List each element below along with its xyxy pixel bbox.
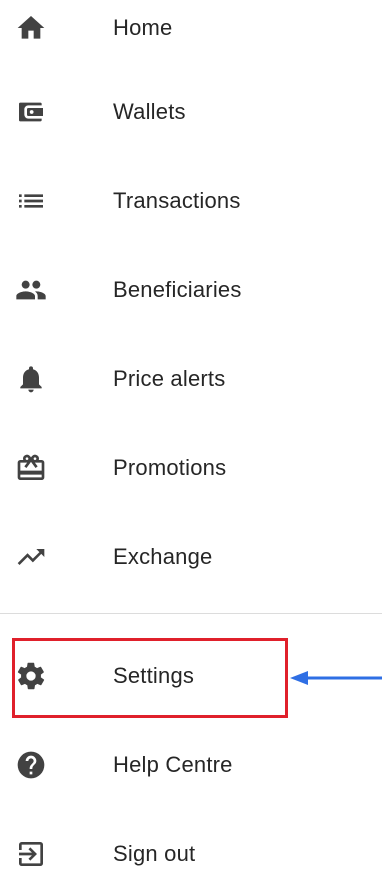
menu-divider <box>0 613 382 614</box>
menu-item-label: Settings <box>113 663 195 688</box>
menu-item-home[interactable]: Home <box>0 0 382 56</box>
menu-item-beneficiaries[interactable]: Beneficiaries <box>0 262 382 318</box>
menu-item-label: Exchange <box>113 544 213 569</box>
menu-item-exchange[interactable]: Exchange <box>0 529 382 585</box>
menu-item-settings[interactable]: Settings <box>0 648 382 704</box>
sign-out-icon <box>13 836 49 872</box>
list-icon <box>13 183 49 219</box>
menu-item-label: Sign out <box>113 841 196 866</box>
bell-icon <box>13 361 49 397</box>
menu-item-label: Transactions <box>113 188 241 213</box>
menu-item-label: Beneficiaries <box>113 277 242 302</box>
help-circle-icon <box>13 747 49 783</box>
menu-item-label: Price alerts <box>113 366 226 391</box>
menu-item-promotions[interactable]: Promotions <box>0 440 382 496</box>
gift-card-icon <box>13 450 49 486</box>
menu-item-transactions[interactable]: Transactions <box>0 173 382 229</box>
home-icon <box>13 10 49 46</box>
menu-item-wallets[interactable]: Wallets <box>0 84 382 140</box>
people-icon <box>13 272 49 308</box>
menu-item-label: Home <box>113 15 173 40</box>
navigation-menu: Home Wallets Transactions Beneficiaries … <box>0 0 382 875</box>
menu-item-help-centre[interactable]: Help Centre <box>0 737 382 793</box>
wallet-icon <box>13 94 49 130</box>
menu-item-sign-out[interactable]: Sign out <box>0 826 382 875</box>
menu-item-price-alerts[interactable]: Price alerts <box>0 351 382 407</box>
menu-item-label: Help Centre <box>113 752 233 777</box>
menu-item-label: Promotions <box>113 455 227 480</box>
menu-item-label: Wallets <box>113 99 186 124</box>
trending-up-icon <box>13 539 49 575</box>
gear-icon <box>13 658 49 694</box>
